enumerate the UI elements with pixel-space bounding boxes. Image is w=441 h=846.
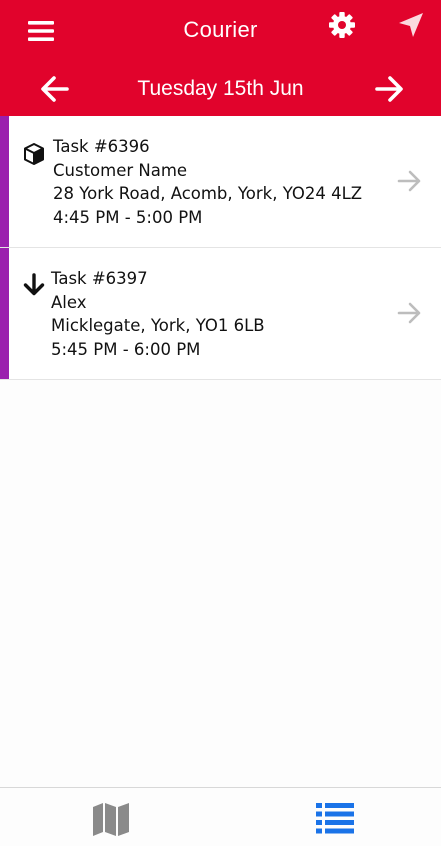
task-id: Task #6396 xyxy=(53,137,150,156)
task-customer-name: Alex xyxy=(51,292,87,312)
task-accent-bar xyxy=(0,248,9,379)
task-time-window: 5:45 PM - 6:00 PM xyxy=(51,339,201,359)
arrow-right-icon[interactable] xyxy=(396,300,424,326)
task-details: Task #6397 Alex Micklegate, York, YO1 6L… xyxy=(51,267,265,361)
task-address: 28 York Road, Acomb, York, YO24 4LZ xyxy=(53,184,363,203)
task-row[interactable]: Task #6397 Alex Micklegate, York, YO1 6L… xyxy=(0,248,441,380)
task-id: Task #6397 xyxy=(51,269,148,288)
task-details: Task #6396 Customer Name 28 York Road, A… xyxy=(53,135,362,229)
list-icon[interactable] xyxy=(316,802,354,834)
page-title: Courier xyxy=(183,17,258,42)
task-row[interactable]: Task #6396 Customer Name 28 York Road, A… xyxy=(0,116,441,248)
task-accent-bar xyxy=(0,116,9,247)
map-icon[interactable] xyxy=(92,801,130,837)
header-top-row: Courier xyxy=(0,0,441,62)
package-icon xyxy=(24,143,44,165)
arrow-down-icon xyxy=(23,273,45,296)
navigation-icon[interactable] xyxy=(396,10,426,40)
arrow-right-icon[interactable] xyxy=(374,74,406,104)
task-address: Micklegate, York, YO1 6LB xyxy=(51,316,265,335)
task-customer-name: Customer Name xyxy=(53,160,188,180)
task-list: Task #6396 Customer Name 28 York Road, A… xyxy=(0,116,441,380)
date-navigator: Tuesday 15th Jun xyxy=(0,62,441,116)
arrow-right-icon[interactable] xyxy=(396,168,424,194)
app-header: Courier Tuesday 15th Jun xyxy=(0,0,441,116)
gear-icon[interactable] xyxy=(327,10,357,40)
task-time-window: 4:45 PM - 5:00 PM xyxy=(53,207,203,227)
bottom-tab-bar xyxy=(0,787,441,846)
